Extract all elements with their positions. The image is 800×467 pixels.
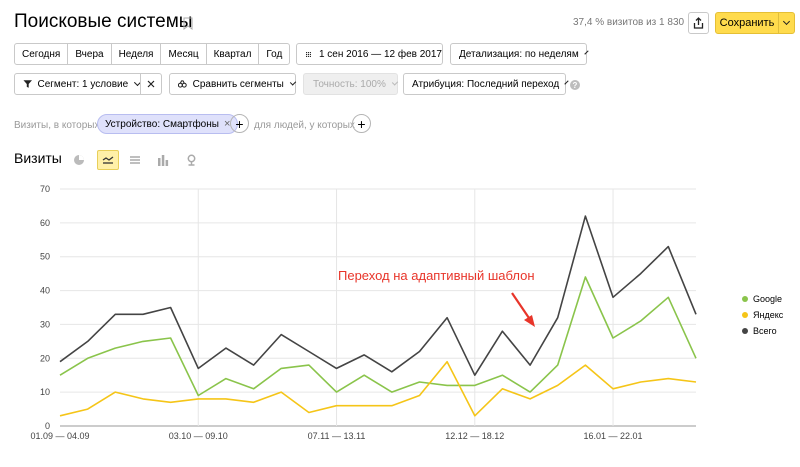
x-tick-label: 07.11 — 13.11 bbox=[308, 431, 366, 441]
series-line-2 bbox=[59, 215, 697, 376]
legend-item-yandex[interactable]: Яндекс bbox=[742, 310, 783, 320]
date-range-label: 1 сен 2016 — 12 фев 2017 bbox=[318, 48, 442, 60]
detail-select[interactable]: Детализация: по неделям bbox=[450, 43, 589, 65]
legend-dot bbox=[742, 312, 748, 318]
visits-share-text: 37,4 % визитов из 1 830 bbox=[573, 17, 685, 28]
plus-icon: + bbox=[357, 115, 366, 132]
detail-label: Детализация: по неделям bbox=[459, 48, 579, 60]
add-visit-condition-button[interactable]: + bbox=[230, 114, 249, 133]
share-button[interactable] bbox=[688, 12, 709, 34]
filter-condition-label: Устройство: Смартфоны bbox=[105, 118, 219, 130]
series-line-1 bbox=[59, 360, 697, 417]
line-chart-icon bbox=[102, 156, 114, 164]
x-tick-label: 01.09 — 04.09 bbox=[30, 431, 89, 441]
save-button[interactable]: Сохранить bbox=[715, 12, 795, 34]
period-month[interactable]: Месяц bbox=[161, 44, 207, 64]
view-bar-toggle[interactable] bbox=[152, 150, 174, 170]
segment-clear-button[interactable] bbox=[140, 73, 162, 95]
segment-label: Сегмент: 1 условие bbox=[37, 78, 129, 90]
y-tick-label: 60 bbox=[40, 218, 50, 228]
pie-chart-icon bbox=[74, 155, 84, 165]
legend-dot bbox=[742, 328, 748, 334]
chevron-down-icon bbox=[782, 17, 791, 26]
x-tick-label: 12.12 — 18.12 bbox=[445, 431, 504, 441]
y-tick-label: 20 bbox=[40, 353, 50, 363]
chevron-down-icon bbox=[584, 50, 589, 55]
map-pin-icon bbox=[187, 154, 195, 166]
period-today[interactable]: Сегодня bbox=[15, 44, 69, 64]
legend-label: Яндекс bbox=[753, 310, 784, 320]
legend-dot bbox=[742, 296, 748, 302]
accuracy-label: Точность: 100% bbox=[313, 78, 386, 90]
share-icon bbox=[693, 17, 704, 29]
view-area-toggle[interactable] bbox=[124, 150, 146, 170]
y-tick-label: 0 bbox=[45, 421, 50, 431]
view-map-toggle[interactable] bbox=[180, 150, 202, 170]
compare-segments-button[interactable]: Сравнить сегменты bbox=[169, 73, 297, 95]
y-tick-label: 50 bbox=[40, 252, 50, 262]
visits-line-chart: 0 10 20 30 40 50 60 70 01.09 — 04.09 03.10 — 09.1… bbox=[30, 184, 697, 441]
chevron-down-icon bbox=[289, 79, 297, 86]
legend-label: Google bbox=[753, 294, 783, 304]
chart-annotation: Переход на адаптивный шаблон bbox=[338, 268, 535, 283]
help-icon[interactable]: ? bbox=[570, 80, 580, 90]
filter-condition-chip[interactable]: Устройство: Смартфоны × bbox=[97, 114, 239, 134]
plus-icon: + bbox=[235, 115, 244, 132]
bookmark-icon[interactable] bbox=[183, 17, 193, 30]
close-icon bbox=[147, 80, 155, 88]
bar-chart-icon bbox=[158, 154, 169, 166]
x-tick-label: 16.01 — 22.01 bbox=[584, 431, 643, 441]
view-pie-toggle[interactable] bbox=[68, 150, 90, 170]
annotation-arrow bbox=[511, 292, 535, 327]
period-year[interactable]: Год bbox=[259, 44, 289, 64]
x-tick-label: 03.10 — 09.10 bbox=[169, 431, 228, 441]
y-tick-label: 40 bbox=[40, 286, 50, 296]
compare-icon bbox=[178, 80, 187, 88]
y-tick-label: 10 bbox=[40, 387, 50, 397]
section-title: Визиты bbox=[14, 150, 62, 166]
legend-item-total[interactable]: Всего bbox=[742, 326, 777, 336]
y-tick-label: 30 bbox=[40, 319, 50, 329]
filter-icon bbox=[23, 80, 32, 88]
filter-people-label: для людей, у которых bbox=[254, 120, 355, 131]
attribution-select[interactable]: Атрибуция: Последний переход bbox=[403, 73, 569, 95]
save-dropdown-toggle[interactable] bbox=[778, 13, 794, 33]
view-line-toggle[interactable] bbox=[97, 150, 119, 170]
date-range-button[interactable]: 1 сен 2016 — 12 фев 2017 bbox=[296, 43, 443, 65]
stacked-area-icon bbox=[130, 156, 140, 164]
page-title: Поисковые системы bbox=[14, 11, 193, 32]
add-people-condition-button[interactable]: + bbox=[352, 114, 371, 133]
y-tick-label: 70 bbox=[40, 184, 50, 194]
filter-prefix-label: Визиты, в которых bbox=[14, 120, 100, 131]
accuracy-select: Точность: 100% bbox=[303, 73, 399, 95]
period-selector: Сегодня Вчера Неделя Месяц Квартал Год bbox=[14, 43, 291, 65]
attribution-label: Атрибуция: Последний переход bbox=[412, 78, 560, 90]
svg-text:?: ? bbox=[573, 81, 578, 90]
segment-button[interactable]: Сегмент: 1 условие bbox=[14, 73, 142, 95]
calendar-icon bbox=[306, 51, 311, 57]
legend-item-google[interactable]: Google bbox=[742, 294, 782, 304]
chevron-down-icon bbox=[564, 80, 569, 85]
period-yesterday[interactable]: Вчера bbox=[68, 44, 112, 64]
legend-label: Всего bbox=[753, 326, 777, 336]
period-quarter[interactable]: Квартал bbox=[207, 44, 260, 64]
compare-label: Сравнить сегменты bbox=[192, 78, 284, 90]
save-button-label: Сохранить bbox=[719, 17, 775, 29]
period-week[interactable]: Неделя bbox=[112, 44, 162, 64]
chevron-down-icon bbox=[391, 79, 399, 86]
